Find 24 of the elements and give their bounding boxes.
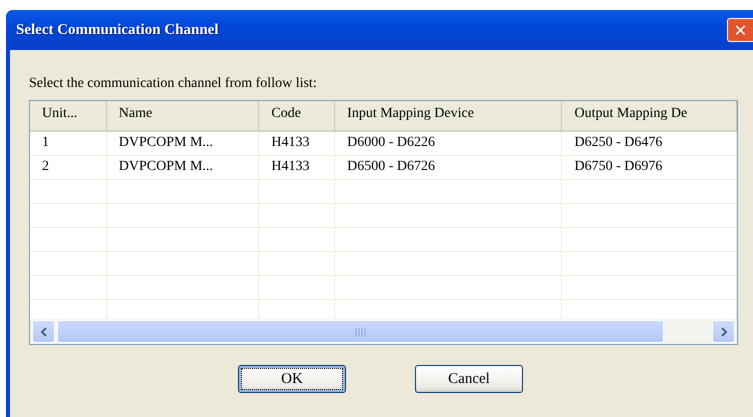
column-header[interactable]: Output Mapping De: [562, 101, 737, 130]
column-header[interactable]: Unit...: [30, 101, 107, 130]
table-cell: DVPCOPM M...: [106, 156, 260, 179]
table-cell: H4133: [259, 132, 336, 155]
table-cell: D6750 - D6976: [562, 156, 737, 179]
table-cell: 2: [30, 156, 107, 179]
column-header[interactable]: Input Mapping Device: [335, 101, 562, 130]
column-header[interactable]: Name: [106, 101, 260, 130]
scroll-right-icon[interactable]: [712, 320, 735, 343]
table-cell: H4133: [259, 156, 336, 179]
cancel-button[interactable]: Cancel: [415, 365, 523, 393]
scroll-left-icon[interactable]: [32, 320, 55, 343]
ok-button[interactable]: OK: [238, 365, 346, 393]
table-cell: 1: [30, 132, 107, 155]
table-cell: D6250 - D6476: [562, 132, 737, 155]
table-cell: D6500 - D6726: [335, 156, 562, 179]
table-cell: DVPCOPM M...: [106, 132, 260, 155]
window-title: Select Communication Channel: [16, 22, 218, 38]
column-header[interactable]: Code: [259, 101, 336, 130]
horizontal-scrollbar[interactable]: [30, 319, 737, 344]
close-button[interactable]: ✕: [727, 18, 753, 42]
scroll-thumb[interactable]: [57, 320, 664, 343]
table-cell: D6000 - D6226: [335, 132, 562, 155]
instruction-text: Select the communication channel from follow list:: [29, 76, 318, 92]
